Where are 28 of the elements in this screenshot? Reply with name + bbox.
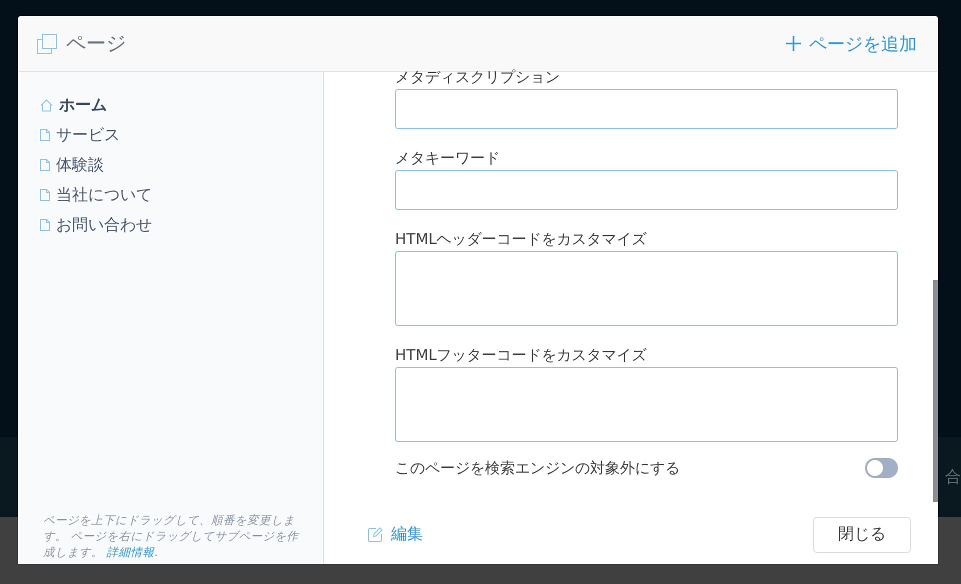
- page-icon: [40, 189, 50, 201]
- toggle-label: このページを検索エンジンの対象外にする: [395, 458, 680, 478]
- background-text: 合: [945, 467, 961, 488]
- page-icon: [40, 129, 50, 141]
- sidebar-item[interactable]: 当社について: [40, 180, 152, 210]
- toggle-switch[interactable]: [865, 458, 898, 478]
- pages-icon: [37, 34, 57, 54]
- page-icon: [40, 219, 50, 231]
- close-button[interactable]: 閉じる: [813, 516, 911, 552]
- dialog-title: ページ: [66, 30, 126, 57]
- field-label: HTMLフッターコードをカスタマイズ: [395, 346, 648, 364]
- code-textarea[interactable]: [395, 251, 898, 326]
- home-icon: [40, 98, 53, 112]
- field-label: HTMLヘッダーコードをカスタマイズ: [395, 230, 648, 248]
- sidebar-item[interactable]: サービス: [40, 120, 120, 150]
- scrollbar[interactable]: [933, 280, 938, 502]
- text-field[interactable]: [395, 170, 898, 210]
- field-label: メタディスクリプション: [395, 68, 561, 86]
- field-label: メタキーワード: [395, 149, 501, 167]
- pencil-icon: [368, 527, 383, 542]
- code-textarea[interactable]: [395, 367, 898, 442]
- sidebar-item[interactable]: ホーム: [40, 90, 107, 120]
- help-note: ページを上下にドラッグして、順番を変更します。 ページを右にドラッグしてサブページを作成します。 詳細情報.: [43, 512, 300, 560]
- text-field[interactable]: [395, 89, 898, 129]
- sidebar-item[interactable]: お問い合わせ: [40, 210, 152, 240]
- sidebar-item[interactable]: 体験談: [40, 150, 104, 180]
- page-icon: [40, 159, 50, 171]
- plus-icon: [786, 36, 801, 51]
